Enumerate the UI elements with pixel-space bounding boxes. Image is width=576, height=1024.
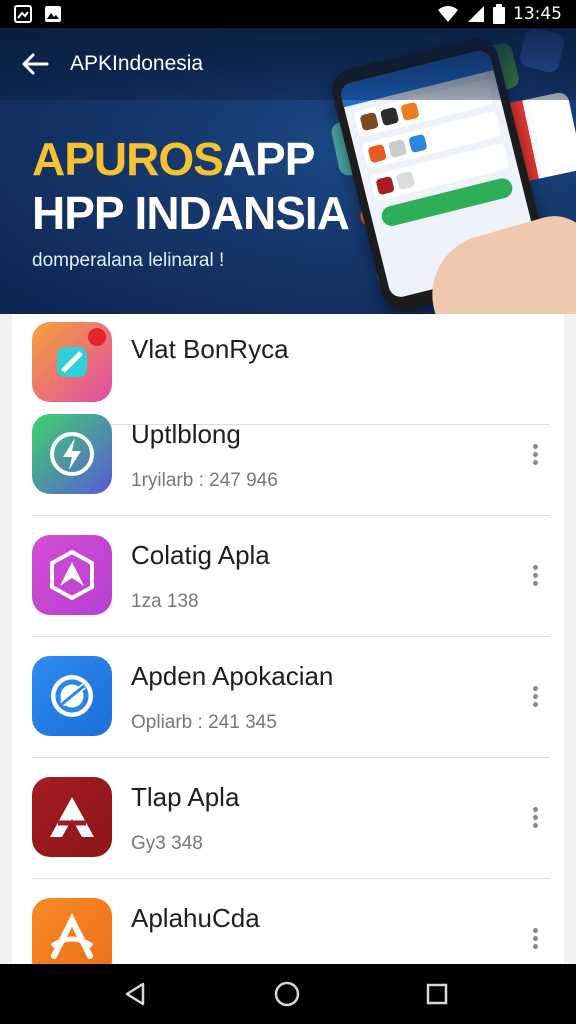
banner-headline-yellow: APUROS [32,133,224,185]
system-nav-bar [0,964,576,1024]
list-item[interactable]: Apden Apokacian Opliarb : 241 345 [12,637,564,758]
nav-recents-icon [426,983,448,1005]
app-icon-pink-orange [32,322,112,402]
status-time: 13:45 [513,4,562,24]
banner-headline-white: APP [222,133,316,185]
nav-back-button[interactable] [121,979,151,1009]
app-meta: 1ryilarb : 247 946 [131,470,278,491]
list-item[interactable]: Tlap Apla Gy3 348 [12,758,564,879]
app-name: Apden Apokacian [131,661,334,691]
arrow-a-icon [32,777,112,857]
app-list: Vlat BonRyca Uptlblong 1ryilarb : 247 94… [12,314,564,964]
status-bar: 13:45 [0,0,576,28]
lightning-icon [32,414,112,494]
hero-banner: APKIndonesia APUROSAPP HPP INDANSIA domp… [0,28,576,314]
nav-recents-button[interactable] [422,979,452,1009]
banner-subtitle: domperalana lelinaral ! [32,250,225,271]
battery-icon [493,4,505,24]
more-options-button[interactable] [520,560,550,590]
app-name: AplahuCda [131,903,260,933]
list-item[interactable]: Uptlblong 1ryilarb : 247 946 [12,395,564,516]
app-name: Colatig Apla [131,540,270,570]
app-name: Tlap Apla [131,782,240,812]
app-name: Vlat BonRyca [131,334,289,364]
app-bar: APKIndonesia [0,28,576,100]
app-name: Uptlblong [131,419,241,449]
signal-icon [468,6,484,22]
banner-headline: APUROSAPP [32,132,316,186]
back-arrow-icon [22,53,49,75]
hexagon-arrow-icon [32,535,112,615]
list-item[interactable]: AplahuCda [12,879,564,964]
photo-icon [45,6,61,22]
more-options-button[interactable] [520,681,550,711]
status-right: 13:45 [437,4,562,24]
image-icon [14,5,32,23]
check-circle-icon [32,656,112,736]
app-meta: 1za 138 [131,591,199,612]
list-item[interactable]: Colatig Apla 1za 138 [12,516,564,637]
more-options-button[interactable] [520,439,550,469]
more-options-button[interactable] [520,923,550,953]
nav-home-icon [274,981,300,1007]
more-options-button[interactable] [520,802,550,832]
nav-home-button[interactable] [272,979,302,1009]
app-meta: Opliarb : 241 345 [131,712,277,733]
app-bar-title: APKIndonesia [70,52,204,75]
swirl-a-icon [32,898,112,964]
banner-headline-line2: HPP INDANSIA [32,187,350,239]
app-meta: Gy3 348 [131,833,203,854]
back-button[interactable] [18,47,52,81]
wifi-icon [438,6,458,22]
nav-back-icon [125,982,145,1006]
status-left [14,5,62,23]
